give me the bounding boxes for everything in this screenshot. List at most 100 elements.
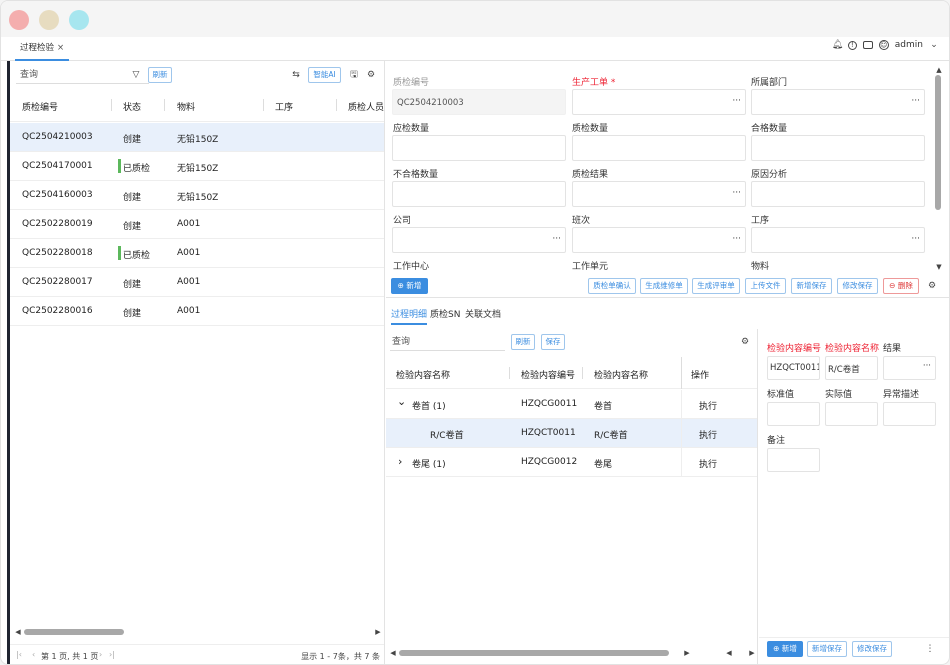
side-save-new-button[interactable]: 新增保存: [807, 641, 847, 657]
expand-icon[interactable]: ›: [398, 455, 402, 468]
table-row[interactable]: ⌄ 卷首 (1) HZQCG0011 卷首 执行: [386, 390, 757, 419]
horizontal-scrollbar[interactable]: [24, 629, 124, 635]
qty-field[interactable]: [392, 135, 566, 161]
scroll-left-icon[interactable]: ◀: [724, 648, 734, 658]
scroll-right-icon[interactable]: ▶: [373, 627, 383, 637]
actual-field[interactable]: [825, 402, 878, 426]
tab-process-detail[interactable]: 过程明细: [391, 307, 428, 325]
table-row[interactable]: QC2502280019 创建 A001: [10, 210, 384, 239]
more-icon[interactable]: ···: [923, 361, 931, 371]
col-operation[interactable]: 操作: [691, 368, 709, 381]
execute-link[interactable]: 执行: [699, 399, 717, 412]
qc-qty-field[interactable]: [572, 135, 746, 161]
shift-field[interactable]: ···: [572, 227, 746, 253]
save-edit-button[interactable]: 修改保存: [837, 278, 878, 294]
more-icon[interactable]: ···: [911, 234, 920, 244]
col-material[interactable]: 物料: [177, 100, 195, 113]
table-row[interactable]: QC2502280016 创建 A001: [10, 297, 384, 326]
col-code[interactable]: 质检编号: [22, 100, 58, 113]
settings-icon[interactable]: ⚙: [927, 281, 937, 291]
table-row[interactable]: QC2504210003 创建 无铅150Z: [10, 123, 384, 152]
generate-repair-button[interactable]: 生成维修单: [640, 278, 688, 294]
more-icon[interactable]: ···: [911, 96, 920, 106]
cause-field[interactable]: [751, 181, 925, 207]
detail-refresh-button[interactable]: 刷新: [511, 334, 535, 350]
more-vertical-icon[interactable]: ⋮: [925, 644, 935, 654]
last-page-icon[interactable]: ›|: [109, 650, 115, 659]
more-icon[interactable]: ···: [552, 234, 561, 244]
col-item-name[interactable]: 检验内容名称: [396, 368, 450, 381]
search-input[interactable]: 查询: [16, 67, 149, 84]
note-field[interactable]: [767, 448, 820, 472]
scroll-left-icon[interactable]: ◀: [388, 648, 398, 658]
result-field[interactable]: ···: [572, 181, 746, 207]
execute-link[interactable]: 执行: [699, 457, 717, 470]
table-row[interactable]: QC2502280018 已质检 A001: [10, 239, 384, 268]
tab-qc-sn[interactable]: 质检SN: [430, 307, 460, 320]
close-window-icon[interactable]: [9, 10, 29, 30]
ok-qty-field[interactable]: [751, 135, 925, 161]
col-inspector[interactable]: 质检人员: [348, 100, 384, 113]
user-avatar-icon[interactable]: ☺: [878, 40, 889, 50]
chevron-down-icon[interactable]: ⌄: [929, 40, 939, 50]
expand-icon[interactable]: ⌄: [397, 395, 406, 408]
scroll-up-icon[interactable]: ▲: [934, 65, 944, 75]
save-icon[interactable]: 🖫︎: [349, 70, 359, 80]
user-name[interactable]: admin: [895, 40, 923, 50]
execute-link[interactable]: 执行: [699, 428, 717, 441]
save-new-button[interactable]: 新增保存: [791, 278, 832, 294]
info-icon[interactable]: !: [847, 40, 857, 50]
more-icon[interactable]: ···: [732, 96, 741, 106]
scroll-right-icon[interactable]: ▶: [747, 648, 757, 658]
table-row[interactable]: QC2504170001 已质检 无铅150Z: [10, 152, 384, 181]
item-code-field[interactable]: HZQCT0011: [767, 356, 820, 380]
scroll-right-icon[interactable]: ▶: [682, 648, 692, 658]
standard-field[interactable]: [767, 402, 820, 426]
horizontal-scrollbar[interactable]: [399, 650, 669, 656]
vertical-scrollbar[interactable]: [935, 75, 941, 210]
delete-button[interactable]: ⊖ 删除: [883, 278, 919, 294]
detail-save-button[interactable]: 保存: [541, 334, 565, 350]
minimize-window-icon[interactable]: [39, 10, 59, 30]
company-field[interactable]: ···: [392, 227, 566, 253]
side-save-edit-button[interactable]: 修改保存: [852, 641, 892, 657]
tab-related-docs[interactable]: 关联文档: [465, 307, 501, 320]
bell-icon[interactable]: 🔔︎: [832, 40, 843, 50]
detail-search-input[interactable]: 查询: [390, 334, 505, 351]
filter-icon[interactable]: ▽: [131, 70, 141, 80]
first-page-icon[interactable]: |‹: [16, 650, 22, 659]
dept-field[interactable]: ···: [751, 89, 925, 115]
col-status[interactable]: 状态: [123, 100, 141, 113]
work-order-field[interactable]: ···: [572, 89, 746, 115]
more-icon[interactable]: ···: [732, 188, 741, 198]
tab-close-icon[interactable]: ×: [57, 43, 64, 53]
abnormal-field[interactable]: [883, 402, 936, 426]
tab-process-inspection[interactable]: 过程检验 ×: [15, 39, 70, 61]
generate-review-button[interactable]: 生成评审单: [692, 278, 740, 294]
next-page-icon[interactable]: ›: [99, 650, 102, 659]
result-field[interactable]: ···: [883, 356, 936, 380]
item-name-field[interactable]: R/C卷首: [825, 356, 878, 380]
maximize-window-icon[interactable]: [69, 10, 89, 30]
upload-file-button[interactable]: 上传文件: [745, 278, 786, 294]
col-process[interactable]: 工序: [275, 100, 293, 113]
process-field[interactable]: ···: [751, 227, 925, 253]
confirm-button[interactable]: 质检单确认: [588, 278, 636, 294]
col-item-name-2[interactable]: 检验内容名称: [594, 368, 648, 381]
scroll-left-icon[interactable]: ◀: [13, 627, 23, 637]
briefcase-icon[interactable]: [862, 41, 873, 49]
add-button[interactable]: ⊕ 新增: [391, 278, 428, 294]
swap-icon[interactable]: ⇆: [291, 70, 301, 80]
table-row[interactable]: QC2504160003 创建 无铅150Z: [10, 181, 384, 210]
ng-qty-field[interactable]: [392, 181, 566, 207]
table-row[interactable]: › 卷尾 (1) HZQCG0012 卷尾 执行: [386, 448, 757, 477]
refresh-button[interactable]: 刷新: [148, 67, 172, 83]
prev-page-icon[interactable]: ‹: [32, 650, 35, 659]
more-icon[interactable]: ···: [732, 234, 741, 244]
table-row[interactable]: R/C卷首 HZQCT0011 R/C卷首 执行: [386, 419, 757, 448]
settings-icon[interactable]: ⚙: [740, 337, 750, 347]
ai-button[interactable]: 智能AI: [308, 67, 341, 83]
side-add-button[interactable]: ⊕ 新增: [767, 641, 803, 657]
settings-icon[interactable]: ⚙: [366, 70, 376, 80]
col-item-code[interactable]: 检验内容编号: [521, 368, 575, 381]
